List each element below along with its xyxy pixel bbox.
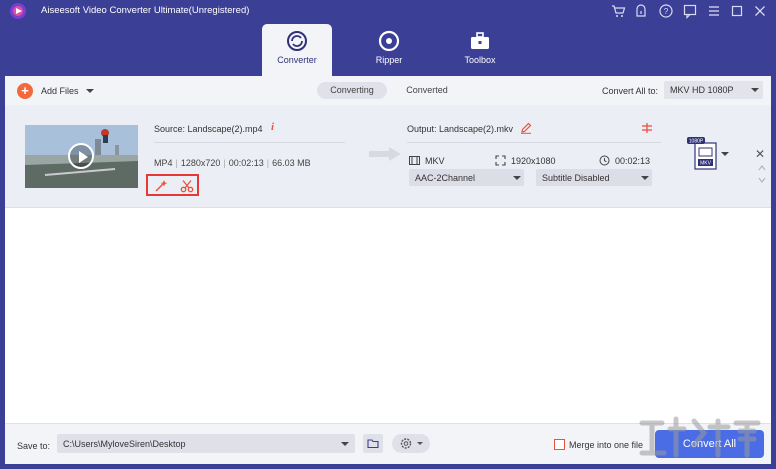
reorder-arrows-icon[interactable] bbox=[758, 164, 766, 184]
separator: | bbox=[175, 158, 178, 168]
watermark-logo bbox=[639, 416, 761, 458]
rename-pen-icon[interactable] bbox=[520, 122, 532, 134]
source-size: 66.03 MB bbox=[272, 158, 311, 168]
source-format: MP4 bbox=[154, 158, 173, 168]
feedback-icon[interactable] bbox=[682, 3, 698, 19]
tab-ripper[interactable]: Ripper bbox=[354, 24, 424, 76]
app-logo-icon bbox=[10, 3, 26, 19]
convert-all-to-label: Convert All to: bbox=[602, 86, 659, 96]
save-path-dropdown[interactable] bbox=[335, 434, 355, 453]
toolbar: + Add Files Converting Converted Convert… bbox=[5, 76, 771, 105]
output-resolution-value: 1920x1080 bbox=[511, 156, 556, 166]
output-format-badge-icon[interactable]: 1080P MKV bbox=[687, 137, 719, 171]
chevron-down-icon bbox=[341, 442, 349, 446]
separator: | bbox=[266, 158, 270, 168]
tab-toolbox[interactable]: Toolbox bbox=[445, 24, 515, 76]
subtitle-select[interactable]: Subtitle Disabled bbox=[536, 169, 652, 186]
video-thumbnail[interactable] bbox=[25, 125, 138, 188]
film-icon bbox=[409, 156, 420, 165]
tab-converter-label: Converter bbox=[277, 55, 317, 65]
scissors-icon[interactable] bbox=[180, 179, 194, 193]
file-row: Source: Landscape(2).mp4 i MP4 | 1280x720 |… bbox=[5, 105, 771, 208]
output-duration-value: 00:02:13 bbox=[615, 156, 651, 166]
title-bar: Aiseesoft Video Converter Ultimate(Unreg… bbox=[0, 0, 776, 22]
tab-ripper-label: Ripper bbox=[375, 55, 403, 65]
app-window: Aiseesoft Video Converter Ultimate(Unreg… bbox=[0, 0, 776, 469]
tab-converted[interactable]: Converted bbox=[395, 82, 459, 99]
add-files-plus-icon[interactable]: + bbox=[17, 83, 33, 99]
merge-label: Merge into one file bbox=[569, 440, 644, 450]
chevron-down-icon bbox=[513, 176, 521, 180]
chevron-down-icon bbox=[641, 176, 649, 180]
divider bbox=[154, 142, 345, 143]
clock-icon bbox=[599, 155, 610, 166]
tab-converter[interactable]: Converter bbox=[262, 24, 332, 76]
convert-all-format-select[interactable]: MKV HD 1080P bbox=[664, 81, 763, 99]
resolution-icon bbox=[495, 155, 506, 166]
tab-toolbox-label: Toolbox bbox=[464, 55, 496, 65]
output-settings-button[interactable] bbox=[392, 434, 430, 453]
converter-icon bbox=[287, 31, 307, 51]
source-resolution: 1280x720 bbox=[180, 158, 221, 168]
close-window-icon[interactable] bbox=[752, 3, 768, 19]
gear-icon bbox=[400, 438, 423, 449]
convert-all-format-value: MKV HD 1080P bbox=[670, 85, 734, 95]
settings-sliders-icon[interactable] bbox=[641, 122, 653, 134]
app-title: Aiseesoft Video Converter Ultimate(Unreg… bbox=[41, 5, 250, 16]
badge-format: MKV bbox=[700, 161, 712, 167]
output-filename: Output: Landscape(2).mkv bbox=[407, 124, 514, 134]
remove-file-icon[interactable]: ✕ bbox=[755, 147, 765, 161]
merge-checkbox[interactable] bbox=[554, 439, 565, 450]
folder-icon bbox=[367, 439, 379, 449]
separator: | bbox=[223, 158, 226, 168]
enhance-wand-icon[interactable] bbox=[154, 179, 168, 193]
add-files-button[interactable]: Add Files bbox=[41, 86, 79, 96]
edit-tools-highlight bbox=[146, 174, 199, 196]
menu-icon[interactable] bbox=[706, 3, 722, 19]
save-path-select[interactable]: C:\Users\MyloveSiren\Desktop bbox=[57, 434, 355, 453]
chevron-down-icon bbox=[751, 88, 759, 92]
tab-converting[interactable]: Converting bbox=[317, 82, 387, 99]
arrow-right-icon bbox=[369, 147, 401, 161]
add-files-dropdown-icon[interactable] bbox=[86, 89, 94, 93]
save-path-value: C:\Users\MyloveSiren\Desktop bbox=[63, 439, 186, 449]
divider bbox=[407, 142, 661, 143]
key-icon[interactable] bbox=[634, 3, 650, 19]
info-icon[interactable]: i bbox=[271, 121, 274, 133]
audio-track-select[interactable]: AAC-2Channel bbox=[409, 169, 524, 186]
subtitle-value: Subtitle Disabled bbox=[542, 173, 610, 183]
maximize-icon[interactable] bbox=[729, 3, 745, 19]
source-duration: 00:02:13 bbox=[228, 158, 264, 168]
save-to-label: Save to: bbox=[17, 441, 51, 451]
audio-track-value: AAC-2Channel bbox=[415, 173, 476, 183]
open-folder-button[interactable] bbox=[363, 434, 383, 453]
svg-text:?: ? bbox=[664, 7, 669, 16]
cart-icon[interactable] bbox=[610, 3, 626, 19]
output-format-value: MKV bbox=[425, 156, 445, 166]
format-dropdown-icon[interactable] bbox=[721, 152, 729, 156]
play-icon[interactable] bbox=[68, 143, 94, 169]
badge-resolution: 1080P bbox=[689, 139, 704, 145]
source-meta: MP4 | 1280x720 | 00:02:13 | 66.03 MB bbox=[154, 158, 311, 168]
disc-icon bbox=[378, 30, 400, 52]
source-filename: Source: Landscape(2).mp4 bbox=[154, 124, 263, 134]
help-icon[interactable]: ? bbox=[658, 3, 674, 19]
toolbox-icon bbox=[471, 32, 489, 49]
